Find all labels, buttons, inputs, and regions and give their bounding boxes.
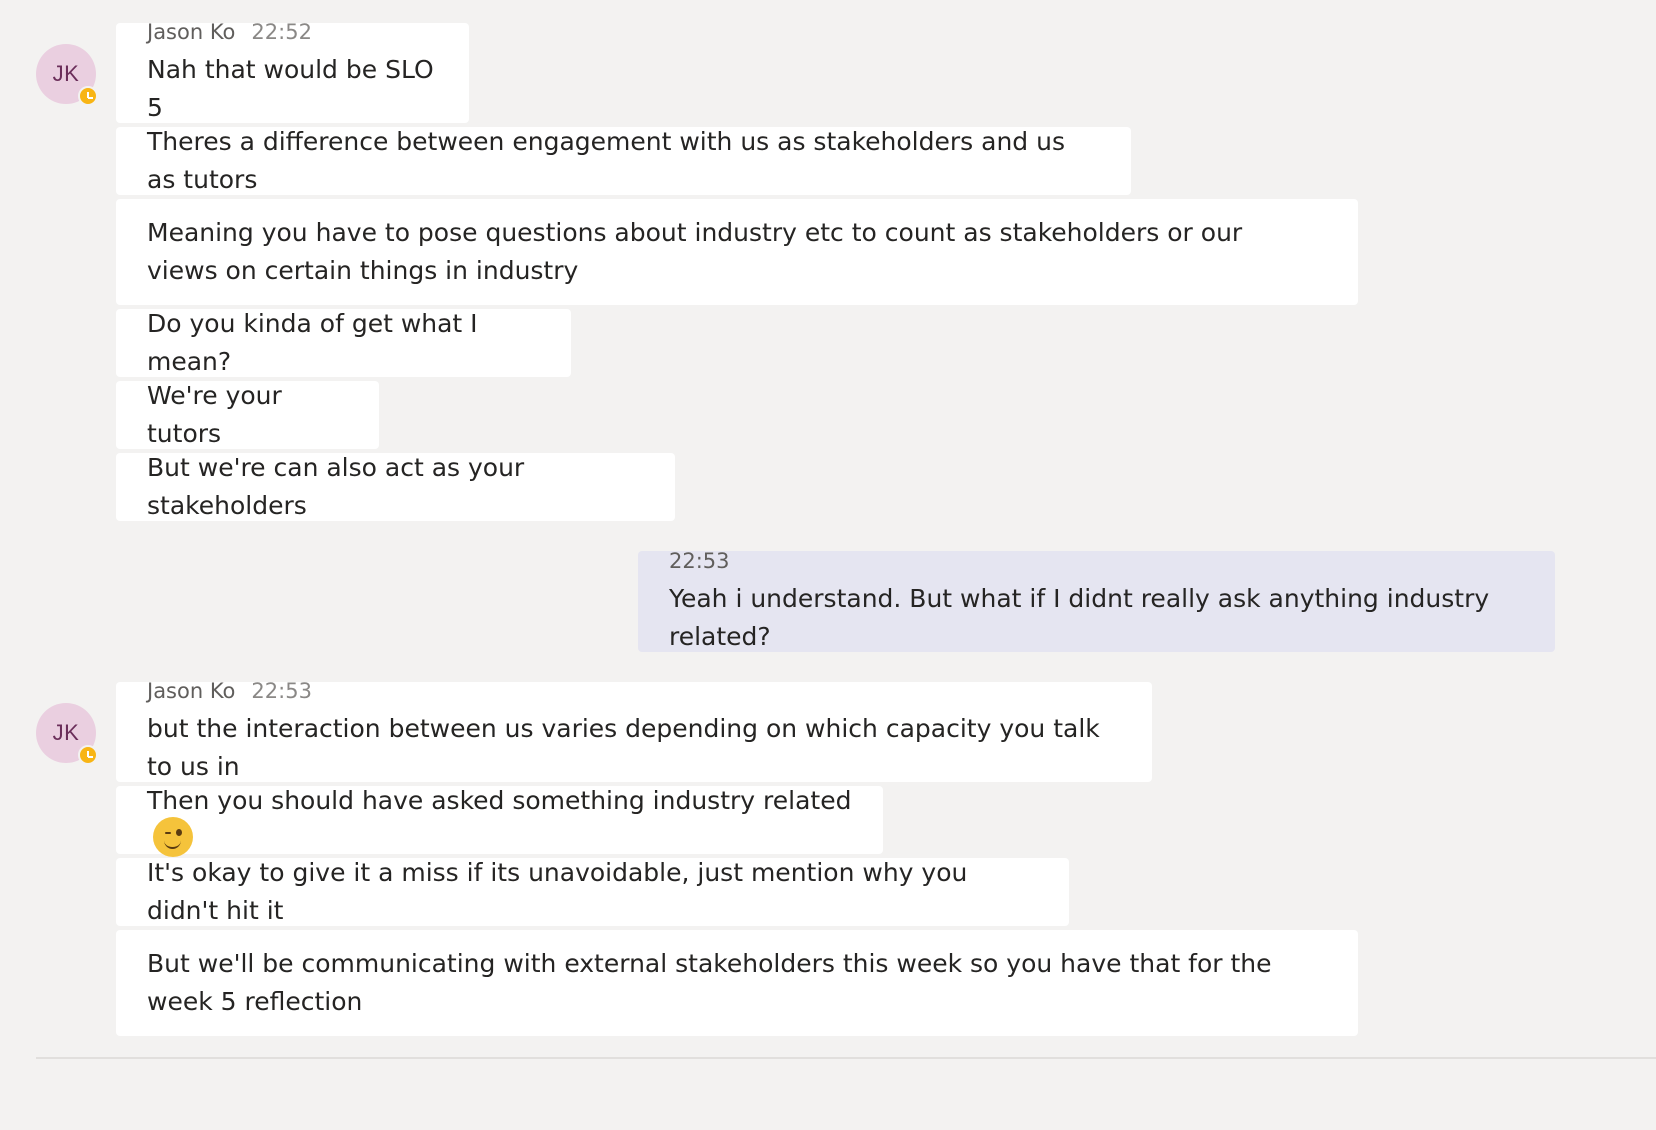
avatar-initials: JK: [52, 61, 80, 86]
message-text: Nah that would be SLO 5: [147, 55, 434, 122]
avatar[interactable]: JK: [36, 703, 98, 765]
message-bubble[interactable]: Then you should have asked something ind…: [116, 786, 883, 857]
message-text: Yeah i understand. But what if I didnt r…: [669, 583, 1490, 651]
own-message-bubble[interactable]: 22:53 Yeah i understand. But what if I d…: [638, 548, 1555, 652]
message-text: but the interaction between us varies de…: [147, 714, 1100, 781]
message-bubble[interactable]: It's okay to give it a miss if its unavo…: [116, 858, 1069, 926]
message-text: We're your tutors: [147, 381, 282, 448]
message-bubble[interactable]: Meaning you have to pose questions about…: [116, 199, 1358, 305]
message-bubble[interactable]: Jason Ko 22:53 but the interaction betwee…: [116, 679, 1152, 782]
avatar[interactable]: JK: [36, 44, 98, 106]
away-clock-icon: [78, 86, 98, 106]
message-text: But we're can also act as your stakehold…: [147, 453, 525, 520]
timestamp: 22:53: [251, 679, 312, 703]
message-meta: 22:53: [669, 548, 1524, 574]
message-text: Theres a difference between engagement w…: [147, 127, 1065, 194]
message-bubble[interactable]: Jason Ko 22:52 Nah that would be SLO 5: [116, 20, 469, 123]
message-bubble[interactable]: But we'll be communicating with external…: [116, 930, 1358, 1036]
message-bubble[interactable]: We're your tutors: [116, 381, 379, 449]
wink-emoji-icon: [153, 817, 193, 857]
message-text: Meaning you have to pose questions about…: [147, 218, 1243, 285]
message-text: Then you should have asked something ind…: [147, 782, 852, 858]
avatar-initials: JK: [52, 720, 80, 745]
message-text-content: Then you should have asked something ind…: [147, 786, 852, 815]
message-bubble[interactable]: Theres a difference between engagement w…: [116, 127, 1131, 195]
message-meta: Jason Ko 22:52: [147, 19, 438, 45]
message-text: Do you kinda of get what I mean?: [147, 309, 478, 376]
message-text: It's okay to give it a miss if its unavo…: [147, 858, 968, 925]
message-bubble[interactable]: Do you kinda of get what I mean?: [116, 309, 571, 377]
message-meta: Jason Ko 22:53: [147, 678, 1121, 704]
divider: [36, 1057, 1656, 1059]
sender-name[interactable]: Jason Ko: [147, 679, 235, 703]
timestamp: 22:53: [669, 548, 730, 573]
away-clock-icon: [78, 745, 98, 765]
sender-name[interactable]: Jason Ko: [147, 20, 235, 44]
message-text: But we'll be communicating with external…: [147, 949, 1272, 1016]
message-bubble[interactable]: But we're can also act as your stakehold…: [116, 453, 675, 521]
timestamp: 22:52: [251, 20, 312, 44]
